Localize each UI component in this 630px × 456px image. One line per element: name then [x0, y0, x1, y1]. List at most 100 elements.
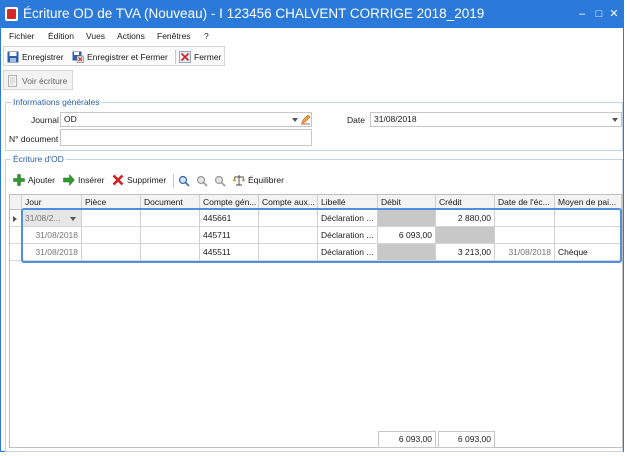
toolbar-separator [175, 50, 176, 64]
app-icon [5, 7, 18, 21]
column-header-credit[interactable]: Crédit [436, 195, 495, 210]
table-row-cell-credit[interactable]: 3 213,00 [436, 244, 495, 261]
table-row-cell-document[interactable] [141, 227, 200, 244]
column-header-debit[interactable]: Débit [378, 195, 436, 210]
table-row-cell-compte-general[interactable]: 445711 [200, 227, 259, 244]
table-row-cell-jour[interactable]: 31/08/2018 [22, 227, 82, 244]
total-credit: 6 093,00 [438, 431, 495, 448]
date-select[interactable]: 31/08/2018 [370, 112, 622, 127]
column-header-compte-auxiliaire[interactable]: Compte aux... [259, 195, 318, 210]
insert-button[interactable]: Insérer [63, 172, 107, 188]
close-document-icon [179, 51, 191, 63]
table-row-cell-debit[interactable] [378, 244, 436, 261]
column-header-piece[interactable]: Pièce [82, 195, 141, 210]
search-icon[interactable] [178, 175, 190, 187]
table-row-cell-piece[interactable] [82, 210, 141, 227]
table-row-cell-moyen-paiement[interactable] [555, 227, 622, 244]
table-row-cell-compte-auxiliaire[interactable] [259, 244, 318, 261]
table-row-cell-jour[interactable]: 31/08/2018 [22, 244, 82, 261]
entry-title: Écriture d'OD [11, 154, 66, 164]
chevron-down-icon[interactable] [292, 118, 298, 122]
table-row-cell-libelle[interactable]: Déclaration ... [318, 210, 378, 227]
save-close-icon [72, 51, 84, 63]
menu-fichier[interactable]: Fichier [9, 31, 35, 41]
delete-label: Supprimer [127, 175, 167, 185]
column-header-compte-general[interactable]: Compte gén... [200, 195, 259, 210]
table-row-cell-piece[interactable] [82, 227, 141, 244]
document-icon [8, 75, 17, 87]
secondary-toolbar: Voir écriture [3, 70, 73, 90]
insert-arrow-icon [63, 174, 75, 186]
column-header-date-echeance[interactable]: Date de l'éc... [495, 195, 555, 210]
title-bar[interactable]: Écriture OD de TVA (Nouveau) - I 123456 … [1, 1, 623, 28]
document-number-input[interactable] [60, 129, 312, 146]
table-row-cell-moyen-paiement[interactable]: Chèque [555, 244, 622, 261]
document-number-label: N° document [9, 134, 59, 144]
table-row-cell-date-echeance[interactable] [495, 210, 555, 227]
minimize-icon[interactable]: – [574, 5, 590, 23]
journal-value: OD [64, 114, 77, 124]
close-button[interactable]: Fermer [179, 49, 224, 65]
table-row-cell-moyen-paiement[interactable] [555, 210, 622, 227]
document-window: Écriture OD de TVA (Nouveau) - I 123456 … [0, 0, 624, 452]
close-icon[interactable]: ✕ [606, 5, 622, 23]
column-header-moyen-paiement[interactable]: Moyen de pai... [555, 195, 622, 210]
main-toolbar: Enregistrer Enregistrer et Fermer Fermer [3, 46, 225, 66]
menu-fenetres[interactable]: Fenêtres [157, 31, 191, 41]
table-row-cell-date-echeance[interactable]: 31/08/2018 [495, 244, 555, 261]
save-and-close-button[interactable]: Enregistrer et Fermer [72, 49, 172, 65]
plus-icon [13, 174, 25, 186]
menu-actions[interactable]: Actions [117, 31, 145, 41]
maximize-icon[interactable]: □ [591, 5, 607, 23]
table-row-cell-credit[interactable] [436, 227, 495, 244]
menu-edition[interactable]: Édition [48, 31, 74, 41]
close-label: Fermer [194, 52, 222, 62]
column-header-jour[interactable]: Jour [22, 195, 82, 210]
add-label: Ajouter [28, 175, 55, 185]
save-and-close-label: Enregistrer et Fermer [87, 52, 168, 62]
journal-select[interactable]: OD [60, 112, 312, 127]
balance-button[interactable]: Équilibrer [233, 172, 287, 188]
floppy-disk-icon [7, 51, 19, 63]
table-row-cell-date-echeance[interactable] [495, 227, 555, 244]
date-label: Date [347, 115, 365, 125]
delete-x-icon [112, 174, 124, 186]
table-row-cell-document[interactable] [141, 244, 200, 261]
view-entry-button[interactable]: Voir écriture [7, 73, 71, 89]
table-row-cell-piece[interactable] [82, 244, 141, 261]
table-row-cell-libelle[interactable]: Déclaration ... [318, 227, 378, 244]
menu-help[interactable]: ? [204, 31, 209, 41]
journal-label: Journal [31, 115, 59, 125]
entry-toolbar-separator [173, 174, 174, 188]
balance-label: Équilibrer [248, 175, 284, 185]
chevron-down-icon[interactable] [70, 217, 76, 221]
search-previous-icon[interactable] [196, 175, 208, 187]
row-indicator[interactable] [10, 210, 22, 227]
menu-bar: Fichier Édition Vues Actions Fenêtres ? [1, 28, 623, 45]
window-title: Écriture OD de TVA (Nouveau) - I 123456 … [23, 6, 485, 21]
table-row-cell-jour[interactable]: 31/08/2... [22, 210, 82, 227]
table-row-cell-debit[interactable] [378, 210, 436, 227]
table-row-cell-compte-auxiliaire[interactable] [259, 227, 318, 244]
table-row-cell-libelle[interactable]: Déclaration ... [318, 244, 378, 261]
pencil-icon[interactable] [300, 114, 311, 125]
table-row-cell-document[interactable] [141, 210, 200, 227]
column-header-libelle[interactable]: Libellé [318, 195, 378, 210]
general-info-title: Informations générales [11, 97, 102, 107]
menu-vues[interactable]: Vues [86, 31, 105, 41]
scale-icon [233, 175, 245, 186]
save-button[interactable]: Enregistrer [7, 49, 69, 65]
table-row-cell-compte-auxiliaire[interactable] [259, 210, 318, 227]
cell-text: 31/08/2... [25, 213, 61, 223]
add-button[interactable]: Ajouter [13, 172, 59, 188]
chevron-down-icon[interactable] [612, 118, 618, 122]
row-indicator[interactable] [10, 244, 22, 261]
table-row-cell-credit[interactable]: 2 880,00 [436, 210, 495, 227]
column-header-document[interactable]: Document [141, 195, 200, 210]
delete-button[interactable]: Supprimer [112, 172, 168, 188]
row-indicator[interactable] [10, 227, 22, 244]
table-row-cell-debit[interactable]: 6 093,00 [378, 227, 436, 244]
table-row-cell-compte-general[interactable]: 445511 [200, 244, 259, 261]
table-row-cell-compte-general[interactable]: 445661 [200, 210, 259, 227]
search-next-icon[interactable] [214, 175, 226, 187]
